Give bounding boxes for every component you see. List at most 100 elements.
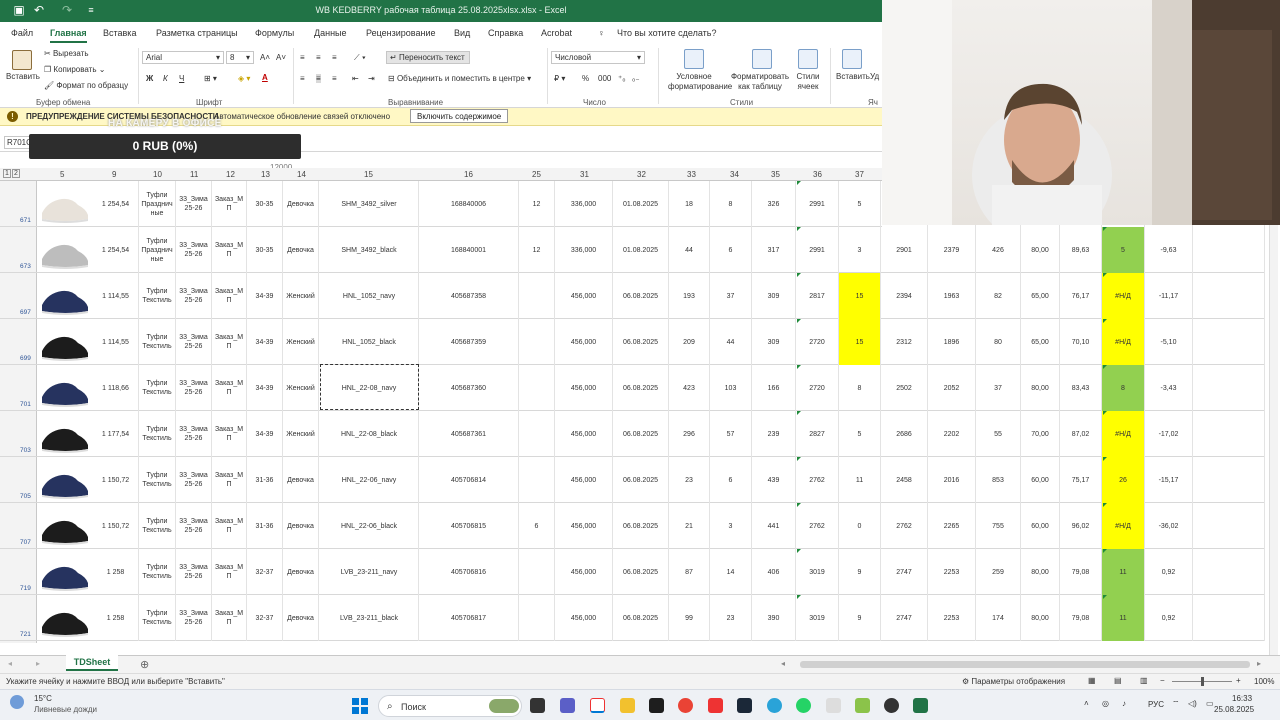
cell-stock[interactable]: 23 <box>669 457 710 503</box>
menu-help[interactable]: Справка <box>488 28 523 38</box>
cell-order-type[interactable]: Заказ_М П <box>212 457 247 503</box>
cell-category[interactable]: Туфли Текстиль <box>139 411 176 457</box>
cell-days[interactable]: 166 <box>752 365 796 411</box>
table-row[interactable]: 1 150,72 Туфли Текстиль 33_Зима 25-26 Заказ… <box>0 503 1265 549</box>
cell-value-b[interactable]: 2052 <box>928 365 976 411</box>
cell-price[interactable]: 1 114,55 <box>93 273 139 319</box>
copy-button[interactable]: ❐ Копировать ⌄ <box>44 65 105 74</box>
cell-season[interactable]: 33_Зима 25-26 <box>176 549 212 595</box>
cell-value-c[interactable]: 259 <box>976 549 1021 595</box>
cell-gender[interactable]: Девочка <box>283 503 319 549</box>
cell-flag[interactable]: #Н/Д <box>1102 319 1145 365</box>
increase-decimal-icon[interactable]: ⁺₀ <box>618 74 626 83</box>
fill-color-icon[interactable]: ◈ ▾ <box>238 74 250 83</box>
table-row[interactable]: 1 254,54 Туфли Празднич ные 33_Зима 25-26 З… <box>0 181 1265 227</box>
yandex-browser-icon[interactable] <box>590 698 605 713</box>
column-header[interactable]: 13 <box>261 170 270 179</box>
cell-rate[interactable]: 60,00 <box>1021 457 1060 503</box>
cell-sku[interactable]: HNL_1052_black <box>320 319 419 365</box>
horizontal-scrollbar[interactable] <box>800 661 1250 668</box>
cell-order-type[interactable]: Заказ_М П <box>212 181 247 227</box>
cell-delta[interactable]: -3,43 <box>1145 365 1193 411</box>
cell-category[interactable]: Туфли Текстиль <box>139 595 176 641</box>
cell-cost[interactable]: 456,000 <box>555 411 613 457</box>
cell-ratio[interactable]: 87,02 <box>1060 411 1102 457</box>
tray-network-icon[interactable]: ◎ <box>1102 699 1109 708</box>
yandex-icon[interactable] <box>708 698 723 713</box>
cell-extra[interactable] <box>1193 457 1265 503</box>
cell-value-a[interactable]: 2762 <box>881 503 928 549</box>
menu-review[interactable]: Рецензирование <box>366 28 436 38</box>
cell-days[interactable]: 439 <box>752 457 796 503</box>
increase-indent-icon[interactable]: ⇥ <box>368 74 375 83</box>
tray-chevron-icon[interactable]: ˄ <box>1084 699 1089 708</box>
cell-value-a[interactable]: 2458 <box>881 457 928 503</box>
column-header[interactable]: 35 <box>771 170 780 179</box>
zoom-level[interactable]: 100% <box>1254 677 1274 686</box>
column-header[interactable]: 14 <box>297 170 306 179</box>
cell-sold[interactable]: 14 <box>710 549 752 595</box>
cell-flag[interactable]: #Н/Д <box>1102 273 1145 319</box>
format-painter-button[interactable]: 🖌 Формат по образцу <box>44 81 128 90</box>
cell-extra[interactable] <box>1193 503 1265 549</box>
conditional-formatting-button[interactable]: Условное форматирование <box>668 72 732 92</box>
battery-icon[interactable]: ▭ <box>1206 699 1214 708</box>
cell-count[interactable]: 12 <box>519 227 555 273</box>
cell-order-type[interactable]: Заказ_М П <box>212 319 247 365</box>
weather-temp[interactable]: 15°C <box>34 694 52 703</box>
cell-price-base[interactable]: 2817 <box>796 273 839 319</box>
cell-delta[interactable]: -9,63 <box>1145 227 1193 273</box>
cell-category[interactable]: Туфли Текстиль <box>139 319 176 365</box>
cell-sold[interactable]: 6 <box>710 457 752 503</box>
merge-center-button[interactable]: ⊟ Объединить и поместить в центре ▾ <box>388 74 531 83</box>
cell-article[interactable]: 168840001 <box>419 227 519 273</box>
cell-rate[interactable]: 65,00 <box>1021 273 1060 319</box>
cell-extra[interactable] <box>1193 411 1265 457</box>
cell-rate[interactable]: 70,00 <box>1021 411 1060 457</box>
cell-gender[interactable]: Женский <box>283 411 319 457</box>
align-center-icon[interactable]: ≡ <box>316 74 321 83</box>
outline-level-1[interactable]: 1 <box>3 169 11 178</box>
cell-value-a[interactable]: 2312 <box>881 319 928 365</box>
decrease-decimal-icon[interactable]: ₀₋ <box>632 74 640 83</box>
cell-qty[interactable]: 9 <box>839 549 881 595</box>
cell-gender[interactable]: Девочка <box>283 227 319 273</box>
cell-value-a[interactable]: 2901 <box>881 227 928 273</box>
cell-size-range[interactable]: 32-37 <box>247 549 283 595</box>
cell-value-b[interactable]: 2016 <box>928 457 976 503</box>
table-row[interactable]: 1 118,66 Туфли Текстиль 33_Зима 25-26 Заказ… <box>0 365 1265 411</box>
cell-order-type[interactable]: Заказ_М П <box>212 227 247 273</box>
cell-count[interactable] <box>519 319 555 365</box>
cell-qty[interactable]: 11 <box>839 457 881 503</box>
cell-price[interactable]: 1 258 <box>93 549 139 595</box>
cell-article[interactable]: 405687360 <box>419 365 519 411</box>
cell-extra[interactable] <box>1193 365 1265 411</box>
increase-font-icon[interactable]: A˄ <box>260 53 270 62</box>
cell-stock[interactable]: 296 <box>669 411 710 457</box>
cell-cost[interactable]: 456,000 <box>555 549 613 595</box>
cell-ratio[interactable]: 70,10 <box>1060 319 1102 365</box>
cell-season[interactable]: 33_Зима 25-26 <box>176 181 212 227</box>
cut-button[interactable]: ✂ Вырезать <box>44 49 89 58</box>
file-explorer-icon[interactable] <box>620 698 635 713</box>
align-bottom-icon[interactable]: ≡ <box>332 53 337 62</box>
scroll-tabs-right-icon[interactable]: ▸ <box>36 659 40 668</box>
cell-sku[interactable]: HNL_22-06_black <box>320 503 419 549</box>
cell-date[interactable]: 06.08.2025 <box>613 549 669 595</box>
cell-sku[interactable]: HNL_1052_navy <box>320 273 419 319</box>
cell-flag[interactable]: 8 <box>1102 365 1145 411</box>
menu-acrobat[interactable]: Acrobat <box>541 28 572 38</box>
cell-article[interactable]: 405706817 <box>419 595 519 641</box>
cell-count[interactable]: 12 <box>519 181 555 227</box>
cell-size-range[interactable]: 31-36 <box>247 503 283 549</box>
cell-price-base[interactable]: 2991 <box>796 227 839 273</box>
cell-value-b[interactable]: 2253 <box>928 549 976 595</box>
cell-rate[interactable]: 80,00 <box>1021 365 1060 411</box>
cell-value-a[interactable]: 2502 <box>881 365 928 411</box>
cell-gender[interactable]: Женский <box>283 319 319 365</box>
cell-value-b[interactable]: 2202 <box>928 411 976 457</box>
cell-flag[interactable]: 11 <box>1102 595 1145 641</box>
cell-gender[interactable]: Девочка <box>283 181 319 227</box>
font-name-select[interactable]: Arial ▾ <box>142 51 224 64</box>
cell-value-a[interactable]: 2747 <box>881 595 928 641</box>
